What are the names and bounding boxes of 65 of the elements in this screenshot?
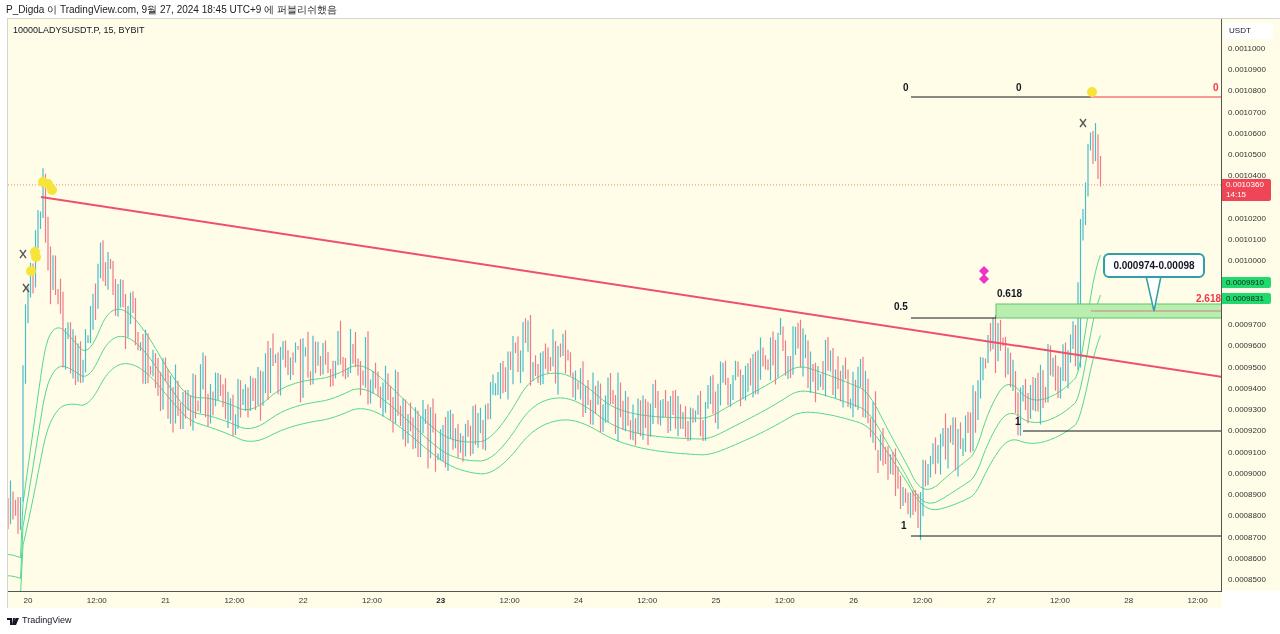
price-tick-label: 0.0010400 <box>1228 172 1266 181</box>
currency-label[interactable]: USDT <box>1225 23 1274 39</box>
price-tick-label: 0.0011000 <box>1228 45 1266 53</box>
price-tick-label: 0.0008900 <box>1228 491 1266 500</box>
fib-level-label: 0.5 <box>894 302 908 312</box>
fib-level-label: 1 <box>901 521 907 531</box>
fib-level-label: 0.618 <box>997 289 1023 299</box>
time-tick-label: 27 <box>986 595 996 607</box>
price-tick-label: 0.0010800 <box>1228 87 1266 96</box>
fib-level-label: 0 <box>1016 83 1022 93</box>
price-tag: 0.0009910 <box>1222 277 1272 288</box>
price-tick-label: 0.0010500 <box>1228 151 1266 160</box>
time-tick-label: 12:00 <box>1187 595 1208 607</box>
time-tick-label: 21 <box>161 595 171 607</box>
symbol-title: 10000LADYSUSDT.P, 15, BYBIT <box>13 24 145 37</box>
cross-marker-icon <box>19 249 27 259</box>
fib-level-label: 0 <box>903 83 909 93</box>
cross-marker-icon <box>22 283 30 293</box>
price-tick-label: 0.0010100 <box>1228 236 1266 245</box>
price-tick-label: 0.0010000 <box>1228 257 1266 266</box>
time-tick-label: 26 <box>849 595 859 607</box>
price-tick-label: 0.0009600 <box>1228 342 1266 351</box>
time-tick-label: 12:00 <box>912 595 933 607</box>
published-line: P_Digda 이 TradingView.com, 9월 27, 2024 18:45 UTC+9 에 퍼블리쉬했음 <box>6 2 337 17</box>
time-tick-label: 20 <box>23 595 33 607</box>
logo-icon <box>7 617 19 625</box>
price-tick-label: 0.0010700 <box>1228 108 1266 117</box>
time-tick-label: 25 <box>711 595 721 607</box>
price-tag: 0.0009831 <box>1222 293 1272 304</box>
signal-dot-icon <box>31 252 41 262</box>
time-tick-label: 12:00 <box>774 595 795 607</box>
time-tick-label: 23 <box>436 595 446 607</box>
brand-name: TradingView <box>22 614 72 628</box>
price-tick-label: 0.0009000 <box>1228 469 1266 478</box>
time-tick-label: 22 <box>298 595 308 607</box>
price-tick-label: 0.0009700 <box>1228 321 1266 330</box>
price-tick-label: 0.0010200 <box>1228 214 1266 223</box>
price-tick-label: 0.0009300 <box>1228 406 1266 415</box>
time-tick-label: 24 <box>573 595 583 607</box>
price-tick-label: 0.0009100 <box>1228 448 1266 457</box>
time-tick-label: 12:00 <box>86 595 107 607</box>
diamond-marker-icon <box>979 274 989 284</box>
price-tick-label: 0.0009200 <box>1228 427 1266 436</box>
price-tick-label: 0.0009500 <box>1228 363 1266 372</box>
signal-dot-icon <box>47 185 57 195</box>
price-tick-label: 0.0010900 <box>1228 66 1266 75</box>
diamond-marker-icon <box>979 266 989 276</box>
cross-marker-icon <box>1079 118 1087 128</box>
time-tick-label: 12:00 <box>499 595 520 607</box>
price-tick-label: 0.0008800 <box>1228 512 1266 521</box>
last-price-tag: 0.0010360 14:15 <box>1222 179 1272 201</box>
time-tick-label: 12:00 <box>1050 595 1070 607</box>
price-tick-label: 0.0009400 <box>1228 384 1266 393</box>
time-tick-label: 12:00 <box>637 595 658 607</box>
price-tick-label: 0.0008500 <box>1228 576 1266 584</box>
price-tick-label: 0.0010600 <box>1228 129 1266 138</box>
signal-dot-icon <box>1087 87 1097 97</box>
price-tick-label: 0.0008700 <box>1228 533 1266 542</box>
time-tick-label: 28 <box>1124 595 1134 607</box>
price-tick-label: 0.0008600 <box>1228 554 1266 563</box>
fib-level-label: 0 <box>1213 83 1219 93</box>
signal-dot-icon <box>26 266 36 276</box>
time-tick-label: 12:00 <box>224 595 245 607</box>
time-tick-label: 12:00 <box>362 595 382 607</box>
fib-level-label: 2.618 <box>1196 294 1222 304</box>
